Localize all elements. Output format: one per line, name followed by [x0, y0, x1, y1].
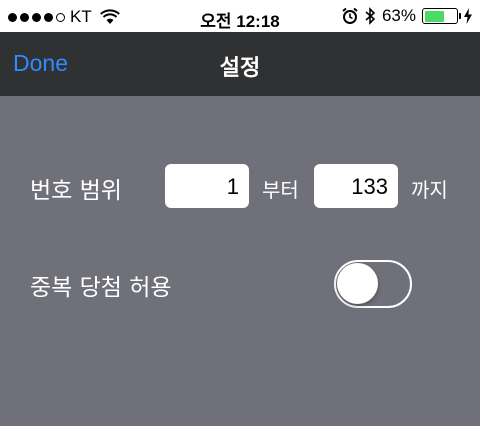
toggle-knob[interactable]: [337, 263, 378, 304]
range-from-suffix: 부터: [262, 178, 299, 202]
range-to-field[interactable]: 133: [314, 164, 398, 208]
bluetooth-icon: [365, 7, 376, 25]
status-right: 63%: [342, 6, 472, 26]
navigation-bar: Done 설정: [0, 32, 480, 96]
alarm-icon: [342, 7, 358, 24]
range-to-suffix: 까지: [411, 178, 448, 202]
allow-duplicate-toggle[interactable]: [334, 260, 412, 308]
status-bar: KT 오전 12:18 63%: [0, 0, 480, 32]
range-from-field[interactable]: 1: [165, 164, 249, 208]
page-title: 설정: [219, 56, 261, 81]
number-range-label: 번호 범위: [30, 178, 122, 204]
battery-icon: [422, 8, 461, 24]
battery-percent: 63%: [381, 6, 416, 25]
allow-duplicate-label: 중복 당첨 허용: [30, 275, 172, 301]
battery-level: [424, 10, 445, 22]
charging-icon: [464, 8, 472, 24]
